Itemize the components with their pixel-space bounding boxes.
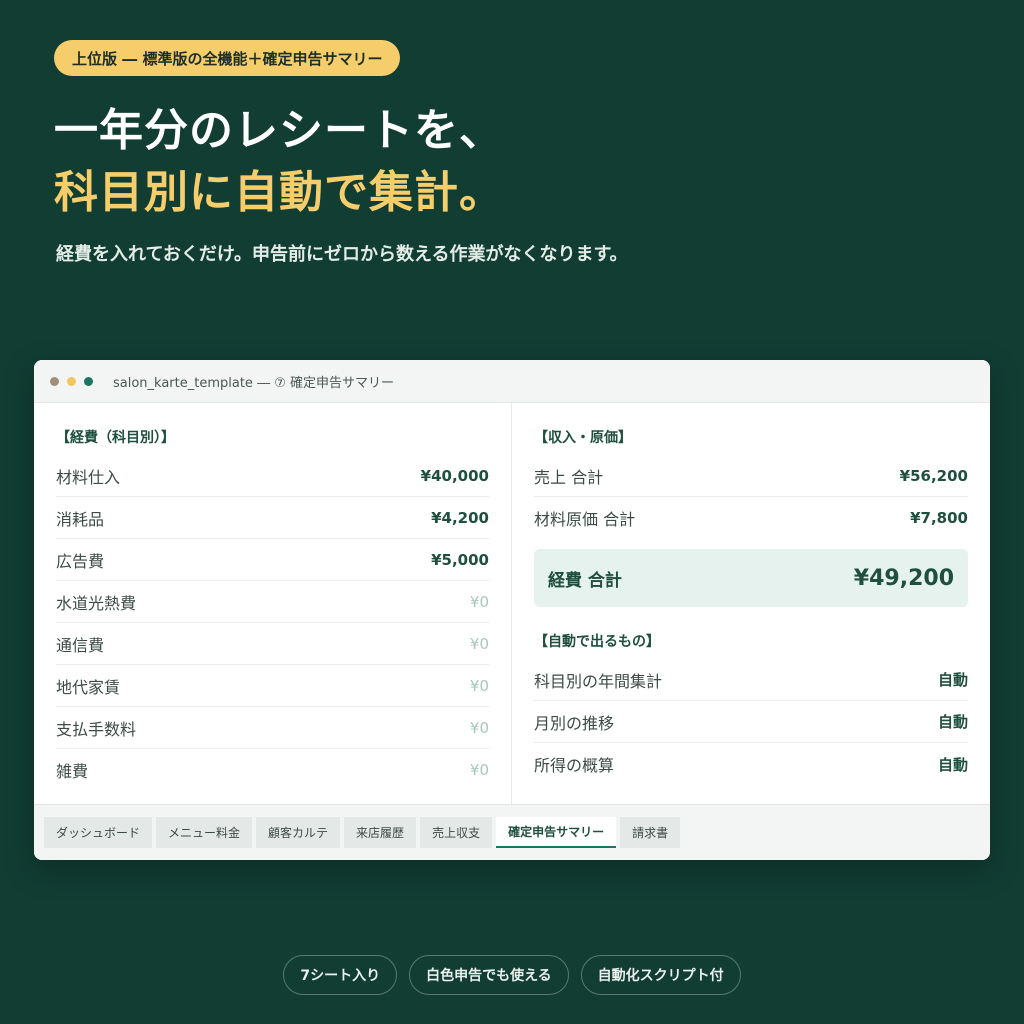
spreadsheet-window: salon_karte_template ― ⑦ 確定申告サマリー 【経費（科目… [34,360,990,860]
feature-pill: 自動化スクリプト付 [580,955,741,995]
auto-row: 所得の概算 自動 [534,743,968,785]
feature-pills: 7シート入り 白色申告でも使える 自動化スクリプト付 [0,955,1024,995]
expense-value: ¥0 [469,718,489,737]
expense-value: ¥0 [469,634,489,653]
tab-tax-summary[interactable]: 確定申告サマリー [496,817,617,848]
expense-row: 雑費 ¥0 [56,749,489,791]
expenses-title: 【経費（科目別）】 [56,430,175,446]
expense-value: ¥5,000 [431,550,489,569]
expense-value: ¥0 [469,761,489,779]
income-title: 【収入・原価】 [534,430,632,446]
headline-line-2: 科目別に自動で集計。 [54,167,504,218]
expense-label: 通信費 [56,635,105,655]
income-value: ¥56,200 [899,466,968,485]
headline: 一年分のレシートを、 科目別に自動で集計。 [54,100,504,224]
tab-visit-history[interactable]: 来店履歴 [344,817,417,848]
income-row: 売上 合計 ¥56,200 [534,455,968,497]
expense-label: 消耗品 [56,509,105,529]
income-row: 材料原価 合計 ¥7,800 [534,497,968,539]
tab-invoice[interactable]: 請求書 [620,817,681,848]
feature-pill: 7シート入り [283,955,398,995]
feature-pill: 白色申告でも使える [409,955,569,995]
expense-row: 地代家賃 ¥0 [56,665,489,707]
auto-value: 自動 [937,671,968,689]
expense-row: 水道光熱費 ¥0 [56,581,489,623]
expense-value: ¥40,000 [420,466,489,485]
auto-label: 月別の推移 [534,713,615,733]
expense-label: 水道光熱費 [56,593,137,613]
expense-row: 消耗品 ¥4,200 [56,497,489,539]
tab-dashboard[interactable]: ダッシュボード [44,817,153,848]
expense-total-value: ¥49,200 [853,565,954,591]
expense-label: 地代家賃 [56,677,121,697]
auto-title: 【自動で出るもの】 [534,634,660,650]
income-label: 材料原価 合計 [534,510,636,529]
expense-row: 広告費 ¥5,000 [56,539,489,581]
expense-row: 材料仕入 ¥40,000 [56,455,489,497]
tab-sales-balance[interactable]: 売上収支 [420,817,493,848]
sheet-tabs: ダッシュボード メニュー料金 顧客カルテ 来店履歴 売上収支 確定申告サマリー … [34,804,990,860]
expense-value: ¥0 [469,592,489,611]
window-minimize-dot[interactable] [67,376,76,386]
expense-value: ¥0 [469,676,489,695]
auto-value: 自動 [937,755,968,774]
expense-value: ¥4,200 [431,508,489,527]
expense-label: 広告費 [56,551,105,571]
window-titlebar: salon_karte_template ― ⑦ 確定申告サマリー [34,360,990,403]
expense-total-label: 経費 合計 [548,570,622,591]
auto-label: 所得の概算 [534,756,615,775]
expenses-list: 材料仕入 ¥40,000 消耗品 ¥4,200 広告費 ¥5,000 水道光熱費 ¥0 … [56,455,489,791]
auto-row: 科目別の年間集計 自動 [534,659,968,701]
sheet-content: 【経費（科目別）】 材料仕入 ¥40,000 消耗品 ¥4,200 広告費 ¥5,00… [34,403,990,804]
auto-list: 科目別の年間集計 自動 月別の推移 自動 所得の概算 自動 [534,659,968,785]
income-panel: 【収入・原価】 売上 合計 ¥56,200 材料原価 合計 ¥7,800 経費 合計… [512,403,990,804]
expense-row: 支払手数料 ¥0 [56,707,489,749]
expense-label: 支払手数料 [56,719,137,739]
expense-total-box: 経費 合計 ¥49,200 [534,549,968,607]
subheadline: 経費を入れておくだけ。申告前にゼロから数える作業がなくなります。 [56,244,628,265]
income-value: ¥7,800 [910,509,968,527]
window-title: salon_karte_template ― ⑦ 確定申告サマリー [113,375,394,391]
version-badge: 上位版 ― 標準版の全機能＋確定申告サマリー [54,40,401,76]
window-close-dot[interactable] [50,376,59,386]
expense-label: 材料仕入 [56,467,121,487]
tab-menu-prices[interactable]: メニュー料金 [156,817,253,848]
window-maximize-dot[interactable] [84,376,93,386]
expense-label: 雑費 [56,762,89,781]
income-label: 売上 合計 [534,467,604,487]
headline-line-1: 一年分のレシートを、 [54,105,504,156]
auto-value: 自動 [937,713,968,731]
expense-row: 通信費 ¥0 [56,623,489,665]
expenses-panel: 【経費（科目別）】 材料仕入 ¥40,000 消耗品 ¥4,200 広告費 ¥5,00… [34,403,512,804]
auto-row: 月別の推移 自動 [534,701,968,743]
tab-customer-records[interactable]: 顧客カルテ [256,817,341,848]
auto-label: 科目別の年間集計 [534,671,663,691]
